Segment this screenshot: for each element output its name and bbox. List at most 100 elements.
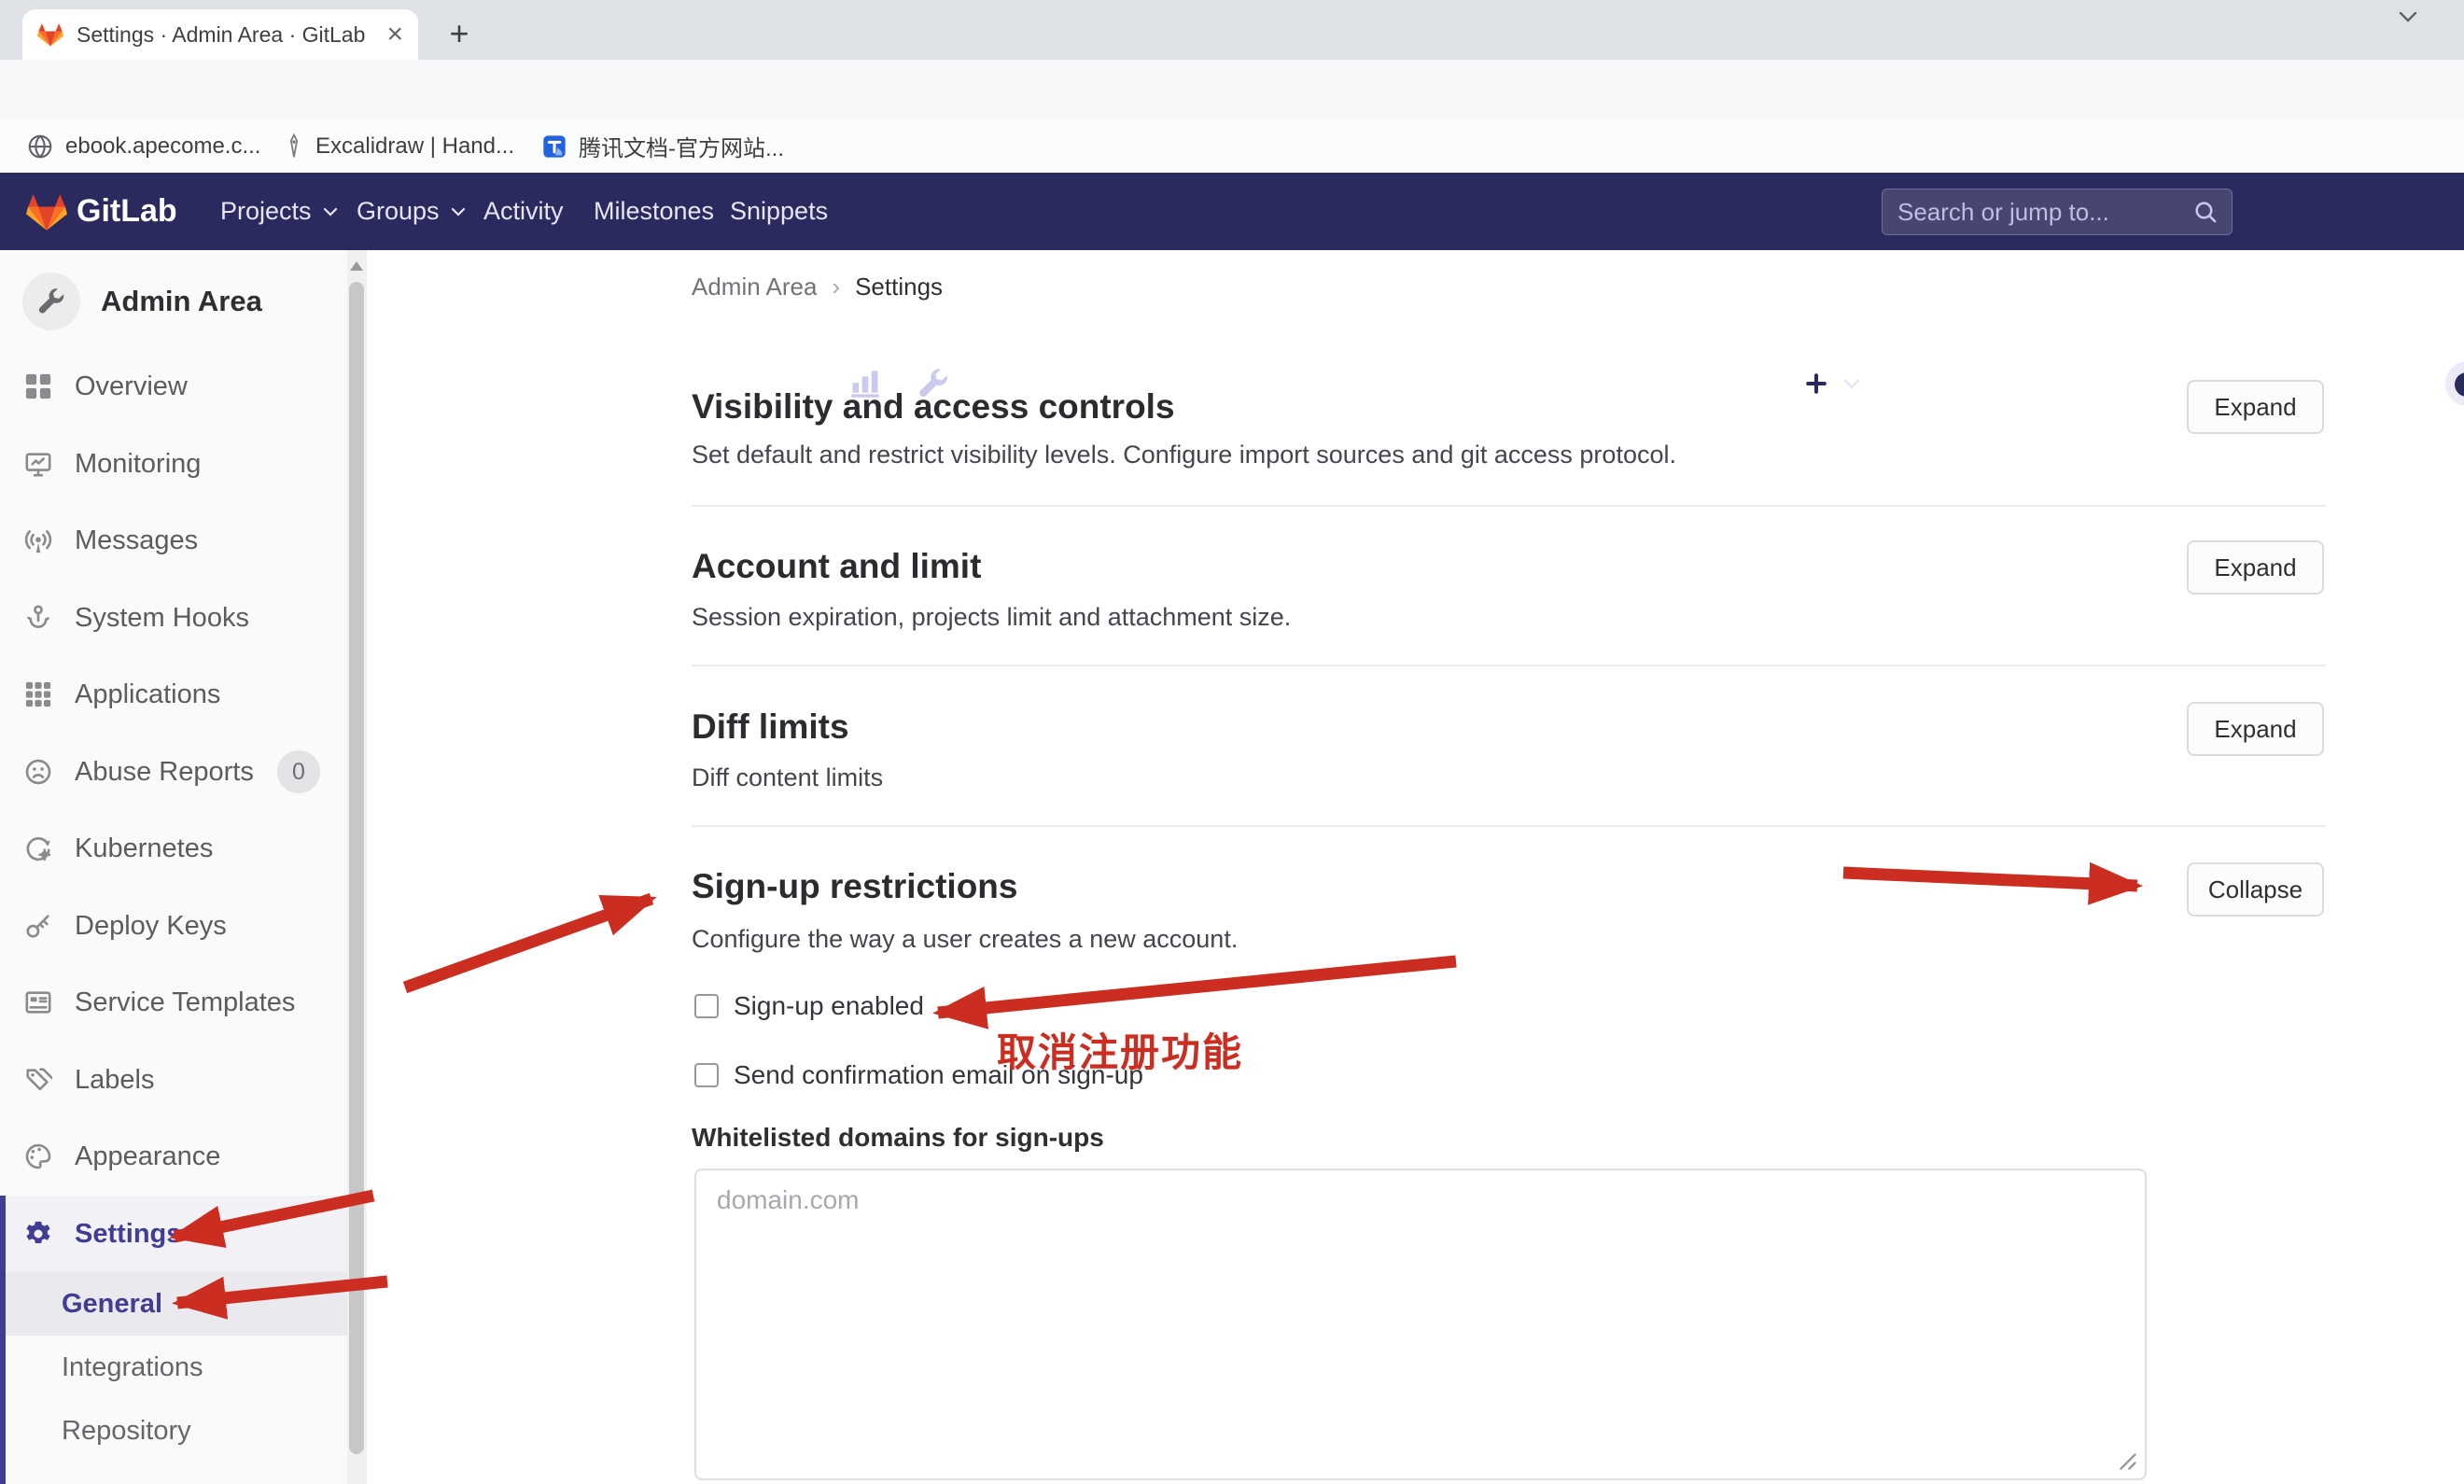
nav-item-projects[interactable]: Projects <box>220 173 340 250</box>
sidebar-item-label: Messages <box>75 525 198 556</box>
tab-title: Settings · Admin Area · GitLab <box>77 22 373 48</box>
sidebar-item-label: Monitoring <box>75 449 201 480</box>
nav-item-label: Activity <box>483 197 564 226</box>
sidebar-item-messages[interactable]: Messages <box>0 502 347 579</box>
active-section-indicator <box>0 1196 6 1484</box>
template-card-icon <box>24 988 52 1016</box>
sidebar-item-labels[interactable]: Labels <box>0 1042 347 1118</box>
sidebar-subitem-repository[interactable]: Repository <box>0 1399 347 1463</box>
global-search[interactable] <box>1882 189 2233 235</box>
sidebar-item-label: Applications <box>75 679 220 710</box>
sidebar-item-label: Settings <box>75 1219 181 1250</box>
excalidraw-pen-icon <box>284 133 304 161</box>
gitlab-favicon-icon <box>37 22 63 47</box>
todos-icon[interactable] <box>2393 366 2429 401</box>
whitelist-domains-label: Whitelisted domains for sign-ups <box>692 1123 1104 1153</box>
merge-request-icon[interactable] <box>2328 366 2363 401</box>
breadcrumb: Admin Area › Settings <box>692 273 943 301</box>
section-title-account: Account and limit <box>692 547 981 586</box>
nav-item-label: Snippets <box>730 197 828 226</box>
arrow-to-signup-checkbox <box>938 961 1456 1013</box>
globe-icon <box>26 133 54 161</box>
sidebar-item-label: System Hooks <box>75 603 249 634</box>
bookmark-item[interactable]: ebook.apecome.c... <box>26 119 260 173</box>
search-input[interactable] <box>1896 197 2192 228</box>
frown-icon <box>24 758 52 786</box>
sidebar-item-monitoring[interactable]: Monitoring <box>0 426 347 502</box>
user-avatar[interactable] <box>2445 361 2464 406</box>
sidebar-item-settings[interactable]: Settings <box>0 1196 347 1272</box>
gear-icon <box>24 1220 52 1248</box>
section-desc-signup: Configure the way a user creates a new a… <box>692 925 1238 954</box>
section-divider <box>692 505 2326 507</box>
section-divider <box>692 825 2326 827</box>
hook-icon <box>24 604 52 632</box>
expand-button-visibility[interactable]: Expand <box>2187 380 2324 434</box>
sidebar-subitem-general[interactable]: General <box>0 1272 347 1336</box>
section-title-signup: Sign-up restrictions <box>692 867 1017 906</box>
nav-item-label: Milestones <box>594 197 714 226</box>
overview-grid-icon <box>24 372 52 400</box>
expand-button-account[interactable]: Expand <box>2187 540 2324 595</box>
bookmark-item[interactable]: 腾讯文档-官方网站... <box>541 119 784 173</box>
expand-button-diff-limits[interactable]: Expand <box>2187 702 2324 756</box>
sidebar-item-label: Appearance <box>75 1141 220 1172</box>
signup-enabled-checkbox[interactable] <box>694 994 719 1018</box>
sidebar-item-label: Abuse Reports <box>75 757 254 788</box>
nav-item-groups[interactable]: Groups <box>357 173 468 250</box>
nav-item-activity[interactable]: Activity <box>483 173 564 250</box>
sidebar-subitem-integrations[interactable]: Integrations <box>0 1336 347 1399</box>
sidebar-item-label: Overview <box>75 371 188 402</box>
gitlab-brand[interactable]: GitLab <box>26 173 177 250</box>
address-toolbar: 不安全 10.0.0.99/admin/application_settings… <box>0 60 2464 119</box>
nav-item-milestones[interactable]: Milestones <box>594 173 714 250</box>
tab-close-icon[interactable]: × <box>386 21 403 49</box>
sidebar-subitem-label: Integrations <box>62 1352 203 1383</box>
sidebar-item-label: Service Templates <box>75 987 295 1018</box>
tencent-docs-icon <box>541 133 567 160</box>
chevron-down-icon <box>321 205 340 218</box>
sidebar-item-abuse-reports[interactable]: Abuse Reports 0 <box>0 734 347 810</box>
collapse-button-signup[interactable]: Collapse <box>2187 862 2324 917</box>
monitor-icon <box>24 450 52 478</box>
sidebar-item-kubernetes[interactable]: Kubernetes <box>0 810 347 887</box>
sidebar-header[interactable]: Admin Area <box>0 250 347 353</box>
palette-icon <box>24 1142 52 1170</box>
chevron-down-icon <box>449 205 468 218</box>
sidebar-item-applications[interactable]: Applications <box>0 656 347 733</box>
section-title-visibility: Visibility and access controls <box>692 387 1175 427</box>
kubernetes-cluster-icon <box>24 834 52 862</box>
section-title-diff-limits: Diff limits <box>692 707 849 747</box>
bookmark-item[interactable]: Excalidraw | Hand... <box>284 119 514 173</box>
gitlab-tanuki-icon <box>26 193 67 231</box>
section-desc-diff-limits: Diff content limits <box>692 763 883 792</box>
sidebar-subitem-label: Repository <box>62 1416 191 1447</box>
arrow-to-collapse-button <box>1843 873 2137 886</box>
sidebar-item-system-hooks[interactable]: System Hooks <box>0 580 347 656</box>
section-desc-account: Session expiration, projects limit and a… <box>692 603 1291 632</box>
sidebar-item-overview[interactable]: Overview <box>0 348 347 425</box>
signup-enabled-row: Sign-up enabled <box>694 991 924 1021</box>
bookmark-label: ebook.apecome.c... <box>65 133 260 160</box>
sidebar-item-service-templates[interactable]: Service Templates <box>0 964 347 1041</box>
signup-enabled-label[interactable]: Sign-up enabled <box>734 991 924 1021</box>
scrollbar-up-arrow[interactable] <box>350 261 363 271</box>
textarea-resize-handle[interactable] <box>2111 1445 2139 1473</box>
search-icon <box>2192 199 2219 225</box>
sidebar-scrollbar-thumb[interactable] <box>349 282 364 1454</box>
nav-item-label: Groups <box>357 197 440 226</box>
plus-menu-chevron-icon[interactable] <box>1841 377 1863 392</box>
nav-item-snippets[interactable]: Snippets <box>730 173 828 250</box>
sidebar-subitem-label: General <box>62 1289 162 1320</box>
breadcrumb-admin-area[interactable]: Admin Area <box>692 273 817 301</box>
confirmation-email-checkbox[interactable] <box>694 1063 719 1087</box>
new-tab-button[interactable]: + <box>439 13 480 54</box>
browser-tab[interactable]: Settings · Admin Area · GitLab × <box>22 9 418 60</box>
brand-wordmark: GitLab <box>77 193 177 230</box>
sidebar-item-deploy-keys[interactable]: Deploy Keys <box>0 888 347 964</box>
sidebar-item-label: Labels <box>75 1065 154 1096</box>
sidebar-item-appearance[interactable]: Appearance <box>0 1118 347 1195</box>
whitelist-domains-textarea[interactable] <box>694 1169 2147 1480</box>
plus-menu-icon[interactable] <box>1799 367 1833 400</box>
tab-search-chevron-icon[interactable] <box>2391 6 2425 28</box>
